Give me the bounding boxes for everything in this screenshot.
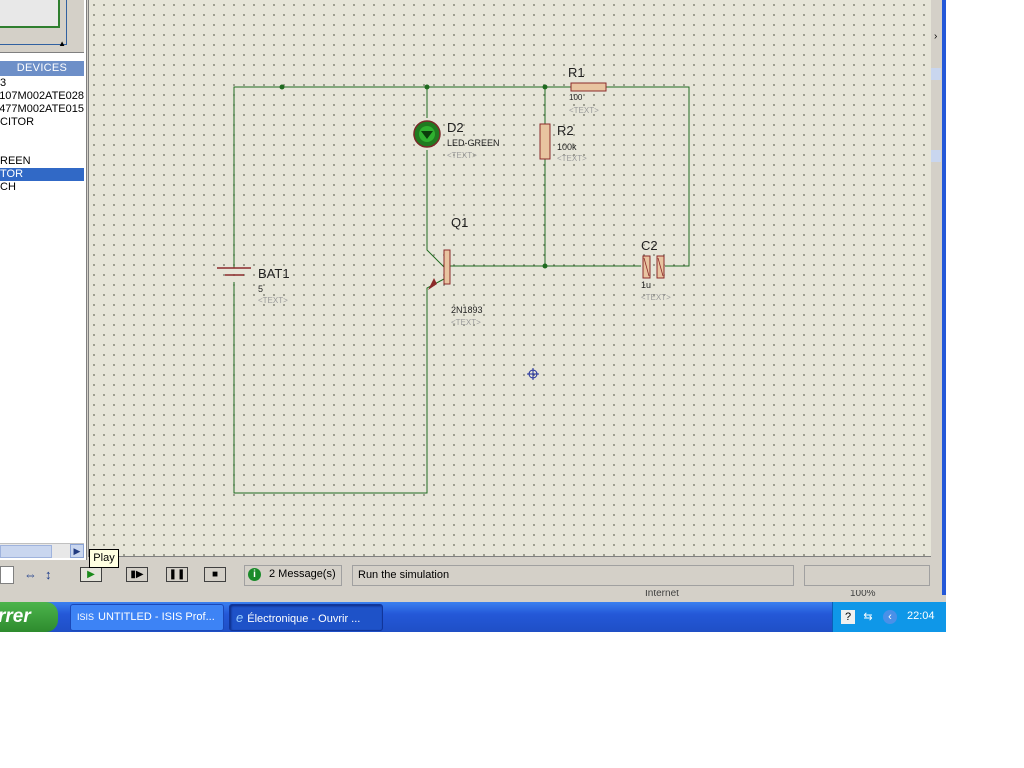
battery-bat1[interactable]: BAT1 5 <TEXT> bbox=[217, 266, 290, 305]
left-panel: ▲ DEVICES 3 107M002ATE028 477M002ATE015 … bbox=[0, 0, 87, 560]
isis-window: ▲ DEVICES 3 107M002ATE028 477M002ATE015 … bbox=[0, 0, 946, 632]
taskbar-item-label: UNTITLED - ISIS Prof... bbox=[98, 611, 215, 623]
device-list-item[interactable]: CITOR bbox=[0, 116, 84, 129]
transistor-q1[interactable]: Q1 2N1893 <TEXT> bbox=[428, 215, 483, 327]
step-button[interactable]: ▮▶ bbox=[126, 567, 148, 582]
r2-ref: R2 bbox=[557, 123, 574, 138]
r1-ref: R1 bbox=[568, 65, 585, 80]
device-list-scrollbar[interactable]: ▶ bbox=[0, 543, 84, 558]
overview-view-box bbox=[0, 0, 60, 28]
resistor-r2[interactable]: R2 100k <TEXT> bbox=[539, 123, 587, 163]
messages-area[interactable]: i 2 Message(s) bbox=[244, 565, 342, 586]
schematic-drawing: BAT1 5 <TEXT> D2 LED-GREEN <TEXT> R1 100… bbox=[217, 65, 690, 494]
d2-ref: D2 bbox=[447, 120, 464, 135]
bat1-value: 5 bbox=[258, 284, 263, 294]
schematic-canvas[interactable]: BAT1 5 <TEXT> D2 LED-GREEN <TEXT> R1 100… bbox=[88, 0, 932, 557]
clock[interactable]: 22:04 bbox=[907, 610, 935, 622]
r1-value: 100 bbox=[569, 93, 583, 102]
r2-text: <TEXT> bbox=[557, 154, 587, 163]
rotation-field[interactable] bbox=[0, 566, 14, 584]
taskbar-item-isis[interactable]: ISIS UNTITLED - ISIS Prof... bbox=[70, 604, 224, 631]
c2-value: 1u bbox=[641, 280, 651, 290]
show-hidden-icons-icon[interactable]: ‹ bbox=[883, 610, 897, 624]
chevron-right-icon[interactable]: › bbox=[934, 31, 937, 42]
help-icon[interactable]: ? bbox=[841, 610, 855, 624]
taskbar-item-browser[interactable]: e Électronique - Ouvrir ... bbox=[229, 604, 383, 631]
play-tooltip: Play bbox=[89, 549, 119, 568]
device-list-item[interactable] bbox=[0, 129, 84, 142]
taskbar-item-label: Électronique - Ouvrir ... bbox=[247, 613, 361, 625]
start-button[interactable]: rrer bbox=[0, 602, 58, 632]
device-list-item[interactable]: 107M002ATE028 bbox=[0, 90, 84, 103]
messages-count: 2 Message(s) bbox=[269, 568, 336, 580]
right-scroll-segment[interactable] bbox=[931, 150, 941, 162]
q1-text: <TEXT> bbox=[451, 318, 481, 327]
junctions bbox=[279, 84, 548, 269]
internet-explorer-icon: e bbox=[236, 610, 244, 625]
bottom-toolbar: ⇔ ↕ ▶ ▮▶ ❚❚ ■ i 2 Message(s) Run the sim… bbox=[0, 560, 931, 590]
right-panel-strip: › bbox=[931, 0, 946, 595]
coordinate-display bbox=[804, 565, 930, 586]
d2-text: <TEXT> bbox=[447, 151, 477, 160]
taskbar: rrer ISIS UNTITLED - ISIS Prof... e Électr… bbox=[0, 602, 946, 632]
pause-button[interactable]: ❚❚ bbox=[166, 567, 188, 582]
bat1-ref: BAT1 bbox=[258, 266, 290, 281]
c2-ref: C2 bbox=[641, 238, 658, 253]
device-list-item[interactable]: 3 bbox=[0, 77, 84, 90]
capacitor-c2[interactable]: C2 1u <TEXT> bbox=[641, 238, 671, 302]
d2-value: LED-GREEN bbox=[447, 138, 500, 148]
device-list-item[interactable]: REEN bbox=[0, 155, 84, 168]
device-list[interactable]: 3 107M002ATE028 477M002ATE015 CITOR REEN… bbox=[0, 77, 84, 537]
r2-value: 100k bbox=[557, 142, 577, 152]
device-list-item-selected[interactable]: TOR bbox=[0, 168, 84, 181]
info-icon: i bbox=[248, 568, 261, 581]
r1-text: <TEXT> bbox=[569, 106, 599, 115]
bat1-text: <TEXT> bbox=[258, 296, 288, 305]
crosshair-cursor-icon bbox=[527, 368, 539, 380]
q1-value: 2N1893 bbox=[451, 305, 483, 315]
q1-ref: Q1 bbox=[451, 215, 468, 230]
stop-button[interactable]: ■ bbox=[204, 567, 226, 582]
window-border bbox=[942, 0, 946, 595]
network-icon[interactable]: ⇆ bbox=[861, 610, 875, 624]
status-text: Run the simulation bbox=[358, 569, 450, 581]
isis-app-icon: ISIS bbox=[77, 612, 95, 622]
devices-header: DEVICES bbox=[0, 61, 84, 76]
right-scroll-segment[interactable] bbox=[931, 68, 941, 80]
play-button[interactable]: ▶ bbox=[80, 567, 102, 582]
status-bar: Run the simulation bbox=[352, 565, 794, 586]
mirror-vertical-icon[interactable]: ↕ bbox=[45, 567, 52, 582]
overview-window[interactable]: ▲ bbox=[0, 0, 84, 53]
c2-text: <TEXT> bbox=[641, 293, 671, 302]
device-list-item[interactable] bbox=[0, 142, 84, 155]
mirror-horizontal-icon[interactable]: ⇔ bbox=[24, 567, 37, 582]
resistor-r1[interactable]: R1 100 <TEXT> bbox=[568, 65, 607, 115]
device-list-item[interactable]: 477M002ATE015 bbox=[0, 103, 84, 116]
overview-arrow-icon: ▲ bbox=[58, 39, 66, 48]
device-list-item[interactable]: CH bbox=[0, 181, 84, 194]
system-tray: ? ⇆ ‹ 22:04 bbox=[832, 602, 946, 632]
scroll-right-icon[interactable]: ▶ bbox=[70, 544, 84, 558]
scrollbar-thumb[interactable] bbox=[0, 545, 52, 558]
